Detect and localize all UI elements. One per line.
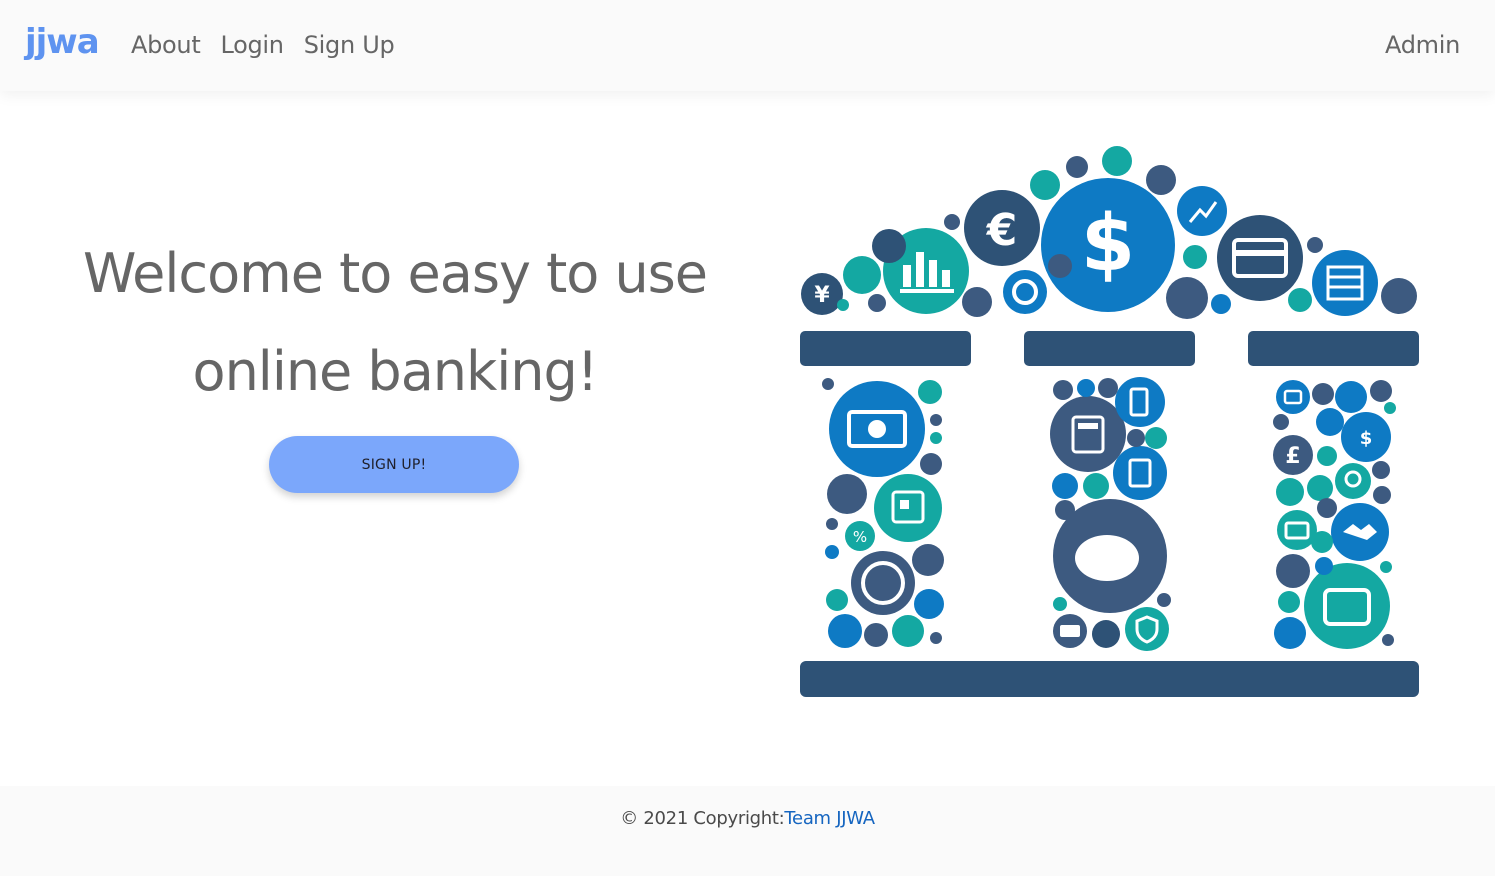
footer-text: © 2021 Copyright:Team JJWA [0,808,1495,829]
copyright-text: © 2021 Copyright: [620,808,785,829]
nav-links: About Login Sign Up [131,28,395,62]
pound-icon: £ [1285,444,1300,469]
top-navbar: jjwa About Login Sign Up Admin [0,0,1495,91]
signup-button[interactable]: SIGN UP! [269,436,519,493]
euro-icon: € [986,205,1018,256]
nav-link-login[interactable]: Login [220,28,284,62]
bank-illustration: $ € ¥ % $ £ [800,146,1419,697]
piggy-bank-icon [1075,535,1139,581]
card-icon [1060,625,1080,637]
nav-link-admin[interactable]: Admin [1385,28,1460,62]
nav-link-about[interactable]: About [131,28,201,62]
nav-link-signup[interactable]: Sign Up [304,28,395,62]
hero-title: Welcome to easy to use online banking! [40,225,750,421]
bank-column-left: % [822,378,944,648]
bank-column-right: $ £ [1273,380,1396,649]
percent-icon: % [853,528,867,546]
money-bag-icon: $ [1360,428,1373,449]
bank-column-middle [1050,377,1171,651]
yen-icon: ¥ [814,283,830,308]
bank-roof-circles: $ € ¥ [801,146,1417,319]
hero-title-line1: Welcome to easy to use [82,242,708,305]
dollar-icon: $ [1081,199,1135,289]
page-footer: © 2021 Copyright:Team JJWA [0,786,1495,876]
team-link[interactable]: Team JJWA [784,808,875,829]
hero-title-line2: online banking! [192,340,599,403]
brand-logo[interactable]: jjwa [25,22,100,62]
